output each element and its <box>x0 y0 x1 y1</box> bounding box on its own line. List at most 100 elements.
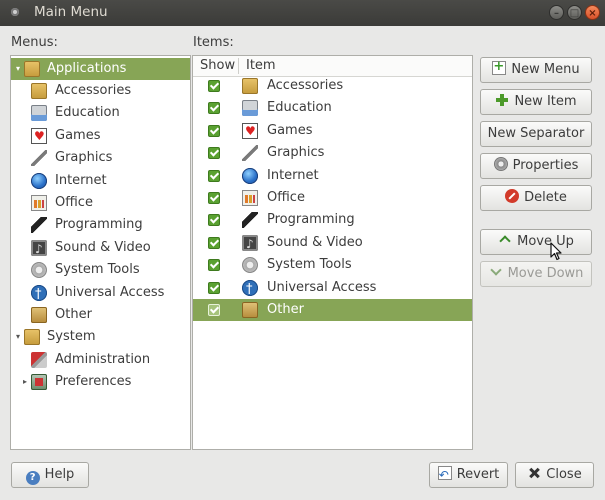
minimize-button[interactable]: – <box>549 5 564 20</box>
list-item[interactable]: System Tools <box>193 254 472 276</box>
tree-item-system[interactable]: ▾ System <box>11 326 190 348</box>
close-button[interactable]: Close <box>515 462 594 488</box>
list-item[interactable]: Office <box>193 187 472 209</box>
tree-item-sound-video[interactable]: Sound & Video <box>11 237 190 260</box>
new-item-label: New Item <box>514 94 577 109</box>
items-list[interactable]: Show Item Accessories Education Games Gr… <box>192 55 473 450</box>
tree-item-preferences[interactable]: ▸ Preferences <box>11 371 190 393</box>
universal-access-icon <box>242 279 258 301</box>
tree-item-accessories[interactable]: Accessories <box>11 80 190 102</box>
list-item[interactable]: Internet <box>193 165 472 187</box>
education-icon <box>242 100 258 116</box>
help-button[interactable]: ? Help <box>11 462 89 488</box>
tree-item-internet[interactable]: Internet <box>11 170 190 192</box>
tree-item-label: Internet <box>55 173 107 188</box>
plus-icon <box>495 93 509 107</box>
move-down-button[interactable]: Move Down <box>480 261 592 287</box>
list-item-label: Programming <box>267 212 355 227</box>
education-icon <box>31 105 47 121</box>
new-menu-button[interactable]: New Menu <box>480 55 592 83</box>
tree-item-graphics[interactable]: Graphics <box>11 147 190 169</box>
games-icon <box>31 125 47 147</box>
new-menu-icon <box>492 55 507 79</box>
properties-button[interactable]: Properties <box>480 153 592 179</box>
list-item[interactable]: Graphics <box>193 142 472 164</box>
expander-icon[interactable]: ▾ <box>13 326 23 348</box>
new-separator-button[interactable]: New Separator <box>480 121 592 147</box>
column-separator <box>238 58 239 74</box>
main-menu-window: Main Menu – □ × Menus: Items: ▾ Applicat… <box>0 0 605 500</box>
show-checkbox[interactable] <box>208 125 220 137</box>
tree-item-programming[interactable]: Programming <box>11 214 190 236</box>
list-item[interactable]: Accessories <box>193 75 472 97</box>
list-item[interactable]: Games <box>193 120 472 142</box>
internet-icon <box>242 168 258 184</box>
list-item-label: Accessories <box>267 78 344 93</box>
menus-tree[interactable]: ▾ Applications Accessories Education Gam… <box>10 55 191 450</box>
other-icon <box>31 307 47 323</box>
move-up-label: Move Up <box>517 234 574 249</box>
accessories-icon <box>242 78 258 94</box>
show-checkbox[interactable] <box>208 102 220 114</box>
tree-item-label: System <box>47 329 96 344</box>
tree-item-label: Administration <box>55 352 151 367</box>
window-title: Main Menu <box>34 4 108 20</box>
show-checkbox[interactable] <box>208 170 220 182</box>
list-item[interactable]: Sound & Video <box>193 232 472 255</box>
list-item-label: Universal Access <box>267 280 377 295</box>
menus-label: Menus: <box>11 35 58 50</box>
tree-item-label: Other <box>55 307 92 322</box>
list-header: Show Item <box>193 56 472 77</box>
move-up-button[interactable]: Move Up <box>480 229 592 255</box>
tree-item-label: Applications <box>47 61 127 76</box>
expander-icon[interactable]: ▸ <box>20 371 30 393</box>
column-header-show[interactable]: Show <box>200 58 235 73</box>
close-window-button[interactable]: × <box>585 5 600 20</box>
tree-item-games[interactable]: Games <box>11 125 190 147</box>
show-checkbox[interactable] <box>208 237 220 249</box>
tree-item-applications[interactable]: ▾ Applications <box>11 58 190 80</box>
revert-icon <box>437 463 452 487</box>
list-item[interactable]: Universal Access <box>193 277 472 301</box>
show-checkbox[interactable] <box>208 147 220 159</box>
show-checkbox[interactable] <box>208 80 220 92</box>
accessories-icon <box>31 83 47 99</box>
expander-icon[interactable]: ▾ <box>13 58 23 80</box>
list-item-label: Graphics <box>267 145 325 160</box>
programming-icon <box>31 217 47 233</box>
help-label: Help <box>44 467 75 482</box>
tree-item-universal-access[interactable]: Universal Access <box>11 282 190 306</box>
sound-video-icon <box>242 233 258 255</box>
title-bar[interactable]: Main Menu – □ × <box>0 0 605 26</box>
tree-item-education[interactable]: Education <box>11 102 190 124</box>
tree-item-label: Games <box>55 128 101 143</box>
list-item[interactable]: Programming <box>193 209 472 231</box>
administration-icon <box>31 352 47 368</box>
column-header-item[interactable]: Item <box>246 58 276 73</box>
move-down-label: Move Down <box>507 266 584 281</box>
revert-label: Revert <box>456 467 500 482</box>
maximize-button[interactable]: □ <box>567 5 582 20</box>
games-icon <box>242 120 258 142</box>
list-item[interactable]: Education <box>193 97 472 119</box>
internet-icon <box>31 173 47 189</box>
list-item[interactable]: Other <box>193 299 472 321</box>
show-checkbox[interactable] <box>208 259 220 271</box>
show-checkbox[interactable] <box>208 282 220 294</box>
system-tools-icon <box>242 257 258 273</box>
new-item-button[interactable]: New Item <box>480 89 592 115</box>
tree-item-system-tools[interactable]: System Tools <box>11 259 190 281</box>
revert-button[interactable]: Revert <box>429 462 508 488</box>
tree-item-other[interactable]: Other <box>11 304 190 326</box>
list-item-label: Internet <box>267 168 319 183</box>
delete-label: Delete <box>524 190 567 205</box>
tree-item-label: Accessories <box>55 83 132 98</box>
show-checkbox[interactable] <box>208 304 220 316</box>
tree-item-office[interactable]: Office <box>11 192 190 214</box>
office-icon <box>242 190 258 206</box>
delete-button[interactable]: Delete <box>480 185 592 211</box>
tree-item-administration[interactable]: Administration <box>11 349 190 371</box>
show-checkbox[interactable] <box>208 214 220 226</box>
list-item-label: Education <box>267 100 332 115</box>
show-checkbox[interactable] <box>208 192 220 204</box>
